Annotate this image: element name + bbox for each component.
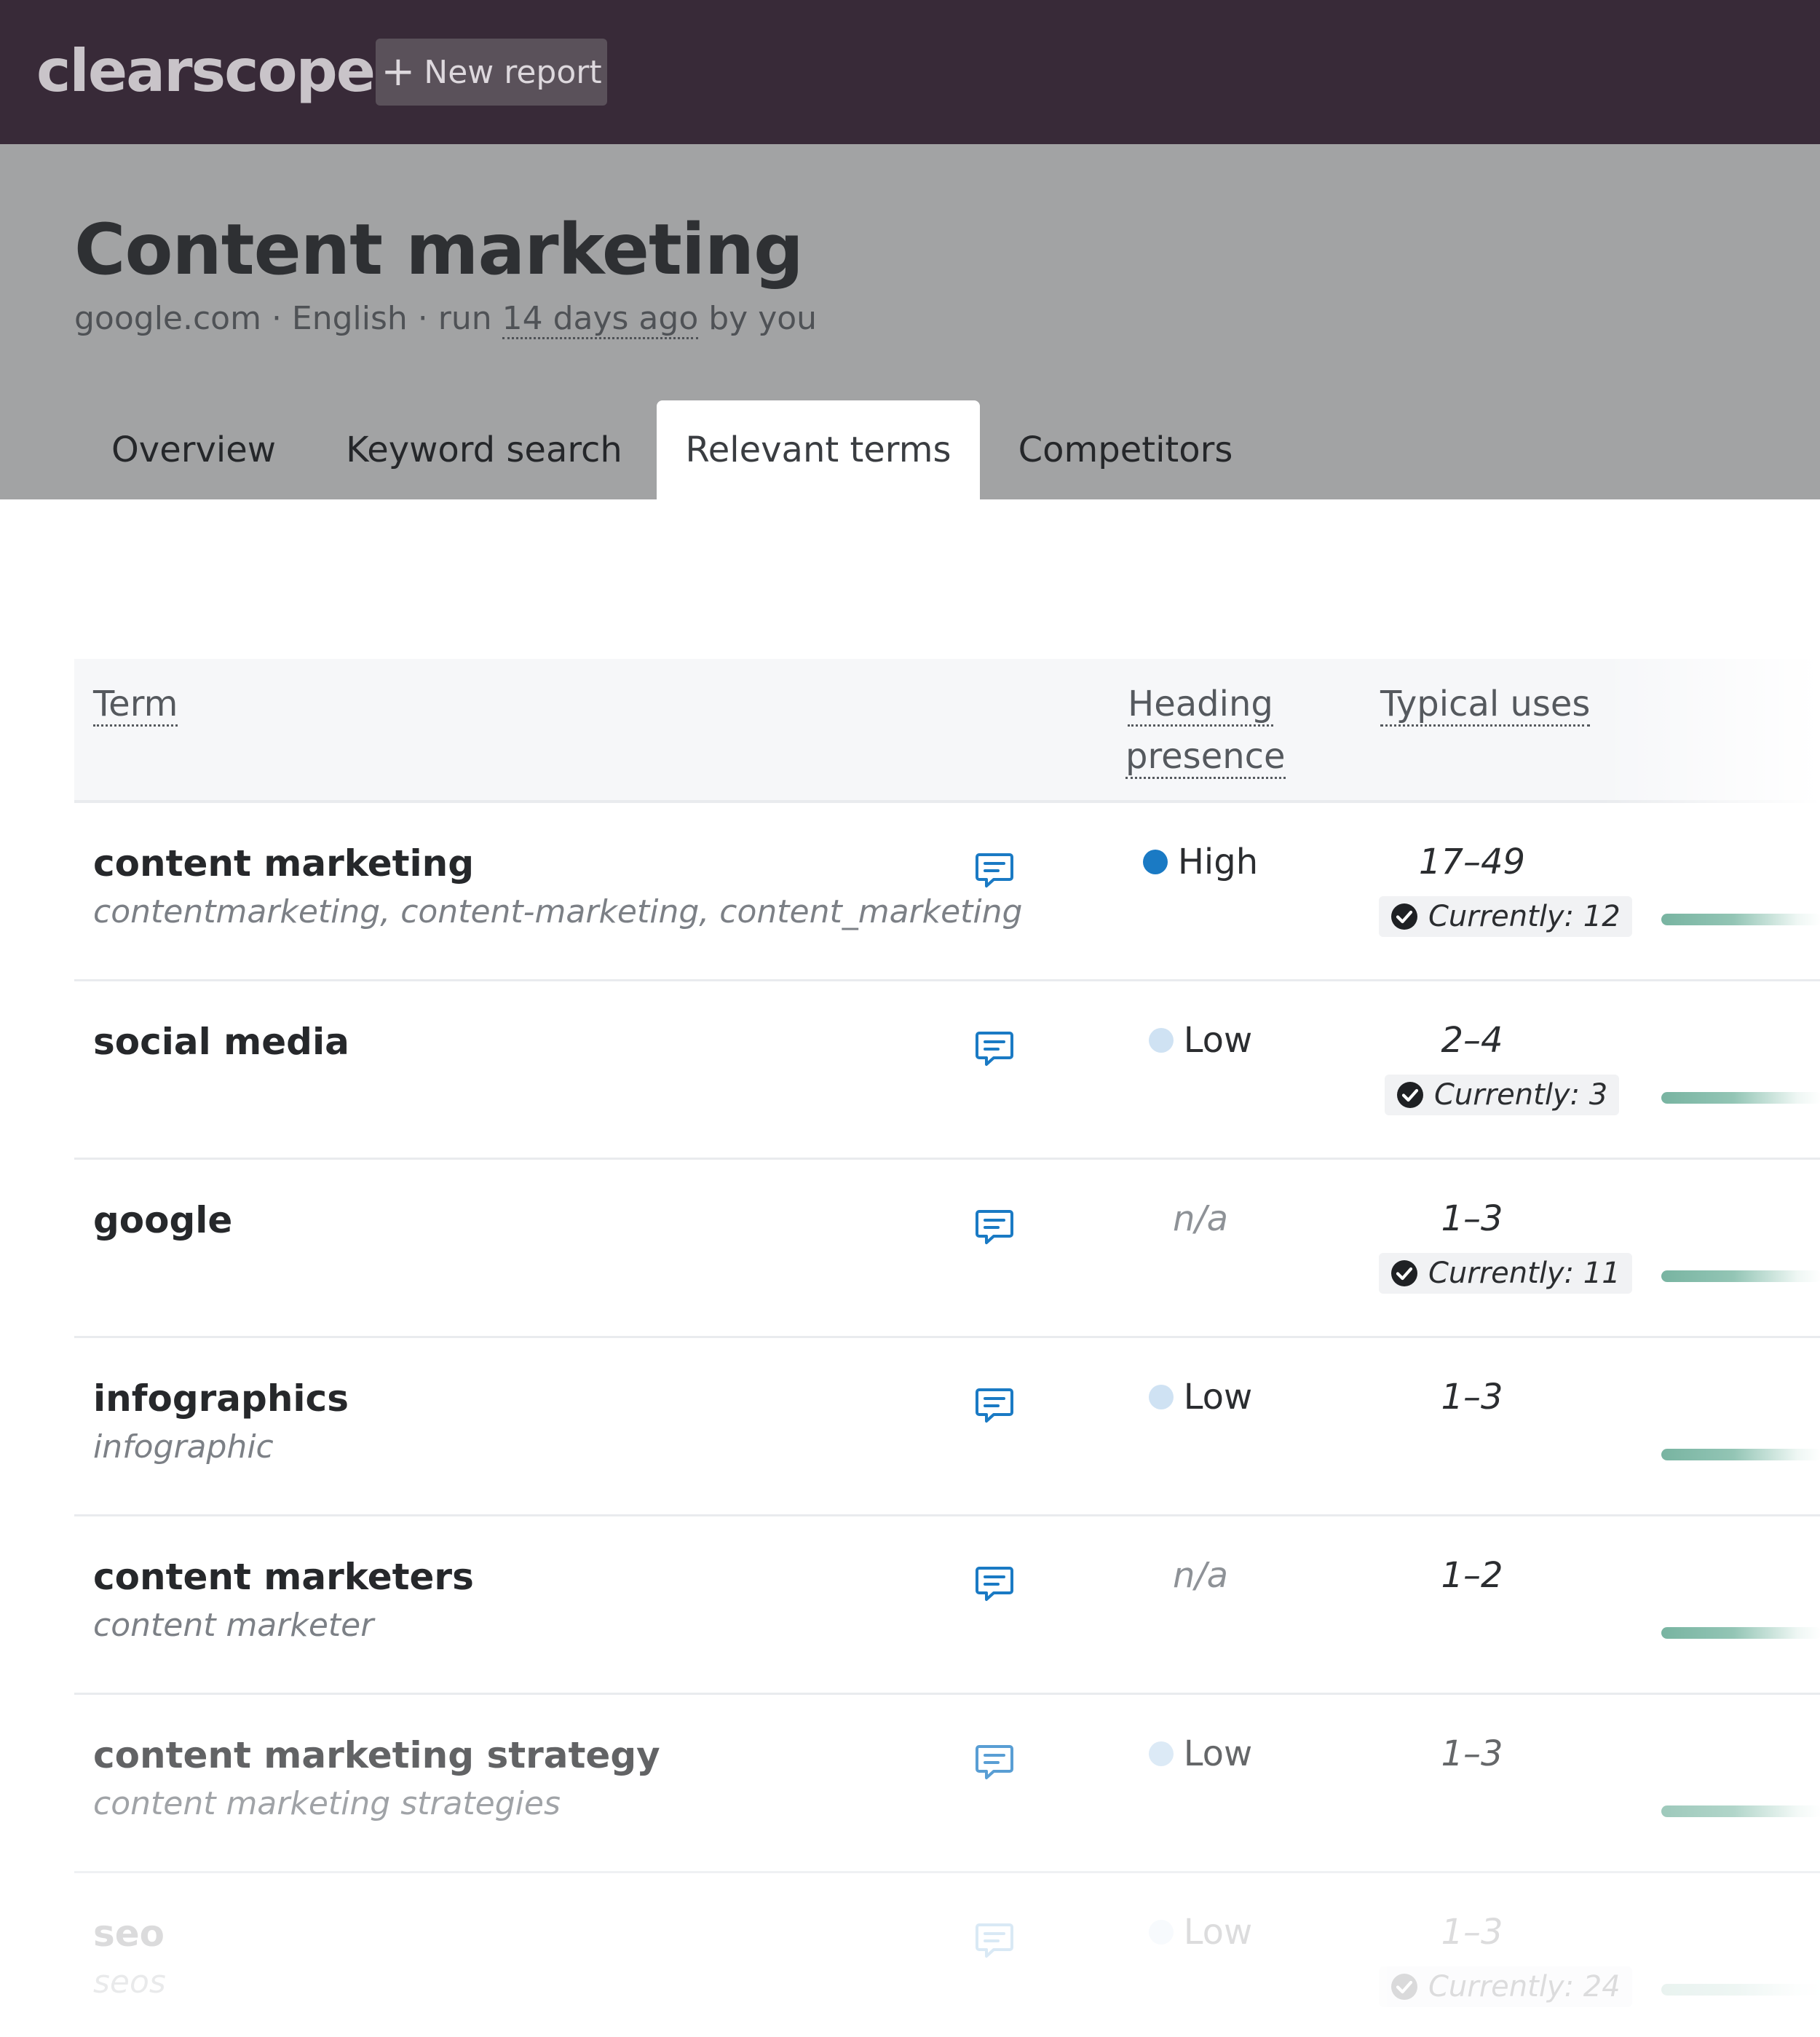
table-row: content marketers content marketer n/a 1–2 (74, 1516, 1820, 1695)
current-usage-value: Currently: 24 (1428, 1970, 1621, 2004)
term-name: social media (93, 1021, 349, 1063)
column-header-heading-presence[interactable]: Heading presence (1125, 678, 1286, 783)
term-variants: contentmarketing, content-marketing, con… (93, 893, 1023, 930)
importance-bar (1661, 1270, 1820, 1282)
presence-dot-icon (1142, 850, 1168, 874)
current-usage-badge: Currently: 24 (1379, 1966, 1632, 2007)
current-usage-value: Currently: 3 (1434, 1078, 1608, 1112)
current-usage-badge: Currently: 12 (1379, 896, 1632, 937)
typical-uses: 1–3 (1441, 1377, 1503, 1417)
presence-dot-icon (1148, 1028, 1174, 1053)
term-variants: seos (93, 1963, 166, 2001)
heading-presence: n/a (1123, 1193, 1278, 1244)
table-body: content marketing contentmarketing, conte… (74, 803, 1820, 2037)
heading-presence-value: High (1177, 842, 1259, 882)
heading-presence: Low (1123, 1728, 1278, 1779)
importance-bar (1661, 1805, 1820, 1817)
comment-icon[interactable] (974, 1920, 1015, 1961)
tab-keyword-search[interactable]: Keyword search (326, 400, 642, 499)
heading-presence-value: Low (1183, 1020, 1253, 1061)
comment-icon[interactable] (974, 850, 1015, 890)
meta-suffix: by you (698, 300, 818, 337)
new-report-label: New report (424, 53, 602, 91)
comment-icon[interactable] (974, 1206, 1015, 1247)
importance-bar (1661, 1449, 1820, 1460)
report-meta: google.com · English · run 14 days ago b… (74, 297, 817, 341)
comment-icon[interactable] (974, 1385, 1015, 1425)
heading-presence: n/a (1123, 1550, 1278, 1601)
current-usage-value: Currently: 11 (1428, 1257, 1621, 1290)
typical-uses: 2–4 (1441, 1020, 1503, 1061)
table-row: seo seos Low 1–3 Currently: 24 (74, 1873, 1820, 2037)
logo[interactable]: clearscope (36, 35, 376, 108)
term-variants: content marketer (93, 1607, 374, 1644)
heading-presence-value: n/a (1172, 1555, 1228, 1596)
table-row: infographics infographic Low 1–3 (74, 1338, 1820, 1516)
check-circle-icon (1390, 1973, 1418, 2001)
report-tabs: Overview Keyword search Relevant terms C… (0, 400, 1820, 499)
page-title: Content marketing (74, 209, 804, 290)
presence-dot-icon (1148, 1385, 1174, 1409)
run-time[interactable]: 14 days ago (502, 300, 699, 339)
typical-uses: 1–2 (1441, 1555, 1503, 1596)
importance-bar (1661, 1984, 1820, 1996)
importance-bar (1661, 914, 1820, 925)
check-circle-icon (1390, 903, 1418, 930)
check-circle-icon (1390, 1259, 1418, 1287)
importance-bar (1661, 1092, 1820, 1104)
table-header: Term Heading presence Typical uses (74, 659, 1820, 803)
plus-icon: + (381, 48, 416, 95)
column-header-typical-uses[interactable]: Typical uses (1380, 678, 1591, 730)
table-row: content marketing contentmarketing, conte… (74, 803, 1820, 981)
column-header-term[interactable]: Term (93, 678, 178, 730)
table-row: social media Low 2–4 Currently: 3 (74, 981, 1820, 1160)
term-variants: infographic (93, 1428, 274, 1466)
term-name: infographics (93, 1377, 349, 1420)
comment-icon[interactable] (974, 1563, 1015, 1604)
report-header: Content marketing google.com · English ·… (0, 144, 1820, 499)
typical-uses: 17–49 (1418, 842, 1526, 882)
heading-presence: High (1123, 836, 1278, 887)
new-report-button[interactable]: + New report (376, 39, 607, 106)
term-name: content marketers (93, 1556, 474, 1598)
heading-presence: Low (1123, 1015, 1278, 1066)
meta-prefix: google.com · English · run (74, 300, 502, 337)
comment-icon[interactable] (974, 1741, 1015, 1782)
term-name: content marketing (93, 842, 475, 885)
term-name: content marketing strategy (93, 1734, 660, 1776)
heading-presence: Low (1123, 1372, 1278, 1423)
heading-presence-value: n/a (1172, 1198, 1228, 1239)
relevant-terms-table: Term Heading presence Typical uses conten… (74, 659, 1820, 2037)
term-variants: content marketing strategies (93, 1785, 561, 1822)
typical-uses: 1–3 (1441, 1198, 1503, 1239)
check-circle-icon (1396, 1081, 1424, 1109)
current-usage-badge: Currently: 11 (1379, 1253, 1632, 1294)
table-row: content marketing strategy content market… (74, 1695, 1820, 1873)
heading-presence: Low (1123, 1907, 1278, 1958)
tab-overview[interactable]: Overview (93, 400, 294, 499)
current-usage-value: Currently: 12 (1428, 900, 1621, 933)
typical-uses: 1–3 (1441, 1912, 1503, 1953)
table-row: google n/a 1–3 Currently: 11 (74, 1160, 1820, 1338)
header-fade (1602, 659, 1820, 803)
top-nav-bar: clearscope + New report (0, 0, 1820, 144)
tab-relevant-terms[interactable]: Relevant terms (657, 400, 980, 499)
heading-presence-value: Low (1183, 1912, 1253, 1953)
heading-presence-value: Low (1183, 1377, 1253, 1417)
presence-dot-icon (1148, 1920, 1174, 1945)
importance-bar (1661, 1627, 1820, 1639)
presence-dot-icon (1148, 1741, 1174, 1766)
tab-competitors[interactable]: Competitors (997, 400, 1254, 499)
current-usage-badge: Currently: 3 (1385, 1075, 1620, 1115)
typical-uses: 1–3 (1441, 1733, 1503, 1774)
term-name: google (93, 1199, 233, 1241)
comment-icon[interactable] (974, 1028, 1015, 1069)
term-name: seo (93, 1913, 165, 1955)
heading-presence-value: Low (1183, 1733, 1253, 1774)
